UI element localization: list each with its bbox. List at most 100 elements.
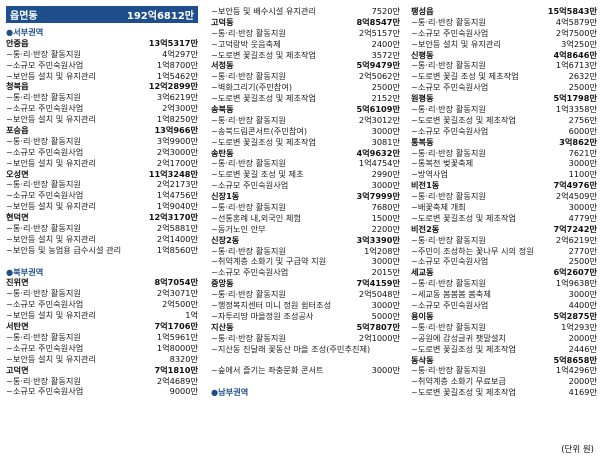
item-label: ~통·리·반장 활동지원: [411, 16, 486, 27]
district-total: 13억5317만: [148, 37, 198, 48]
item-amount: 2억1400만: [156, 233, 198, 244]
column-1-rows: ●서부권역 안중읍 13억5317만 ~통·리·반장 활동지원 4억297만 ~소규모 주…: [6, 27, 198, 397]
district-name: 신장2동: [211, 234, 240, 245]
item-label: ~동거노인 안부: [211, 223, 266, 234]
item-amount: 3000만: [371, 365, 400, 376]
column-3: 팽성읍 15억5843만 ~통·리·반장 활동지원 4억5879만 ~소규모 주민숙원사…: [411, 6, 597, 398]
section-label: ●남부권역: [211, 387, 249, 398]
unit-note: (단위 원): [561, 445, 594, 455]
district-total: 4억9632만: [356, 147, 400, 158]
item-label: ~소규모 주민숙원사업: [6, 190, 84, 201]
item-row: ~취약계층 소화기 무료보급 2000만: [411, 376, 597, 387]
header-total: 192억6812만: [126, 11, 194, 22]
item-amount: 2억2173만: [156, 179, 198, 190]
item-row: ~소규모 주민숙원사업 2015만: [211, 267, 400, 278]
item-amount: 7680만: [371, 202, 400, 213]
item-row: ~도로변 꽃길조성 및 제초작업 4169만: [411, 387, 597, 398]
budget-table: 읍면동 192억6812만 ●서부권역 안중읍 13억5317만 ~통·리·반장 활동…: [0, 0, 600, 459]
item-row: ~소규모 주민숙원사업 6000만: [411, 126, 597, 137]
item-row: ~소규모 주민숙원사업 2억7500만: [411, 28, 597, 39]
district-total: 3억862만: [559, 136, 597, 147]
item-amount: 2억300만: [162, 103, 198, 114]
district-row: 안중읍 13억5317만: [6, 38, 198, 49]
item-row: ~소규모 주민숙원사업 2500만: [411, 256, 597, 267]
item-amount: 2억5881만: [156, 223, 198, 234]
item-row: ~통·리·반장 활동지원 2억3012만: [211, 115, 400, 126]
item-label: ~행정복지센터 미니 정원 쉼터조성: [211, 300, 332, 311]
item-row: ~통·리·반장 활동지원 2억1000만: [211, 333, 400, 344]
item-row: ~보안등 설치 및 유지관리 2억1400만: [6, 234, 198, 245]
item-row: ~소규모 주민숙원사업 9000만: [6, 386, 198, 397]
item-amount: 2500만: [568, 256, 597, 267]
item-row: ~보안등 설치 및 유지관리 1억5462만: [6, 71, 198, 82]
district-name: 송북동: [211, 104, 234, 115]
item-label: ~선통혼례 내,외국인 체험: [211, 212, 301, 223]
item-row: ~도로변 꽃길조성 및 제초작업 2152만: [211, 93, 400, 104]
item-row: ~통·리·반장 활동지원 2억3071만: [6, 288, 198, 299]
item-amount: 1억293만: [561, 321, 597, 332]
item-label: ~통·리·반장 활동지원: [411, 234, 486, 245]
item-amount: 2억3000만: [156, 146, 198, 157]
item-label: ~통·리·반장 활동지원: [411, 321, 486, 332]
item-row: ~통·리·반장 활동지원 1억9638만: [411, 278, 597, 289]
item-label: ~통·리·반장 활동지원: [6, 135, 81, 146]
district-row: 신평동 4억8646만: [411, 50, 597, 61]
district-total: 12억2899만: [148, 81, 198, 92]
item-row: ~통·리·반장 활동지원 1억293만: [411, 322, 597, 333]
district-total: 5억2875만: [553, 310, 597, 321]
item-label: ~보안등 및 농업용 급수시설 관리: [6, 244, 122, 255]
item-row: ~동거노인 안부 2200만: [211, 224, 400, 235]
district-row: 송북동 5억6109만: [211, 104, 400, 115]
item-label: ~통·리·반장 활동지원: [6, 331, 81, 342]
item-label: ~소규모 주민숙원사업: [211, 180, 289, 191]
item-row: ~공원에 감성글귀 팻말설치 2000만: [411, 333, 597, 344]
item-label: ~보안등 설치 및 유지관리: [6, 201, 96, 212]
item-row: ~통·리·반장 활동지원 1억208만: [211, 246, 400, 257]
item-label: ~통·리·반장 활동지원: [6, 179, 81, 190]
item-label: ~취약계층 소화기 및 구급약 지원: [211, 256, 327, 267]
item-amount: 2756만: [568, 114, 597, 125]
item-label: ~배꽃축제 개최: [411, 202, 466, 213]
district-row: 포승읍 13억966만: [6, 125, 198, 136]
district-total: 5억1798만: [553, 93, 597, 104]
item-row: ~통·리·반장 활동지원 1억6713만: [411, 60, 597, 71]
item-label: ~공원에 감성글귀 팻말설치: [411, 332, 506, 343]
section-title: ●북부권역: [6, 267, 198, 278]
district-row: 중앙동 7억4159만: [211, 278, 400, 289]
item-row: ~소규모 주민숙원사업 4400만: [411, 300, 597, 311]
item-row: ~보안등 설치 및 유지관리 2억1700만: [6, 158, 198, 169]
item-label: ~소규모 주민숙원사업: [6, 103, 84, 114]
item-label: ~소규모 주민숙원사업: [211, 267, 289, 278]
item-row: ~보안등 설치 및 유지관리 1억9040만: [6, 201, 198, 212]
district-row: 신장2동 3억3390만: [211, 235, 400, 246]
item-label: ~통·리·반장 활동지원: [211, 202, 286, 213]
item-row: ~벽화그리기(주민참여) 2500만: [211, 82, 400, 93]
district-name: 현덕면: [6, 212, 29, 223]
item-amount: 3572만: [371, 49, 400, 60]
item-row: ~통·리·반장 활동지원 2억6219만: [411, 235, 597, 246]
item-row: ~소규모 주민숙원사업 2억300만: [6, 103, 198, 114]
district-name: 청북읍: [6, 81, 29, 92]
item-amount: 2억3012만: [358, 114, 400, 125]
item-amount: 3억9900만: [156, 135, 198, 146]
item-amount: 2632만: [568, 71, 597, 82]
item-amount: 1100만: [568, 169, 597, 180]
district-total: 15억5843만: [547, 6, 597, 16]
item-amount: 5000만: [371, 310, 400, 321]
item-row: ~도로변 꽃길조성 및 제초작업 2446만: [411, 344, 597, 355]
item-amount: 2015만: [371, 267, 400, 278]
item-label: ~통·리·반장 활동지원: [6, 92, 81, 103]
item-label: ~소규모 주민숙원사업: [6, 146, 84, 157]
item-row: ~통·리·반장 활동지원 1억4296만: [411, 365, 597, 376]
item-label: ~통·리·반장 활동지원: [6, 223, 81, 234]
item-amount: 4779만: [568, 212, 597, 223]
item-label: ~벽화그리기(주민참여): [211, 82, 293, 93]
item-row: ~통·리·반장 활동지원 2억5062만: [211, 71, 400, 82]
district-row: 원평동 5억1798만: [411, 93, 597, 104]
item-row: ~주민이 조성하는 꽃나무 시의 정원 2770만: [411, 246, 597, 257]
item-amount: 2억4509만: [555, 191, 597, 202]
district-total: 3억7999만: [356, 191, 400, 202]
item-amount: 2770만: [568, 245, 597, 256]
item-label: ~소규모 주민숙원사업: [6, 299, 84, 310]
